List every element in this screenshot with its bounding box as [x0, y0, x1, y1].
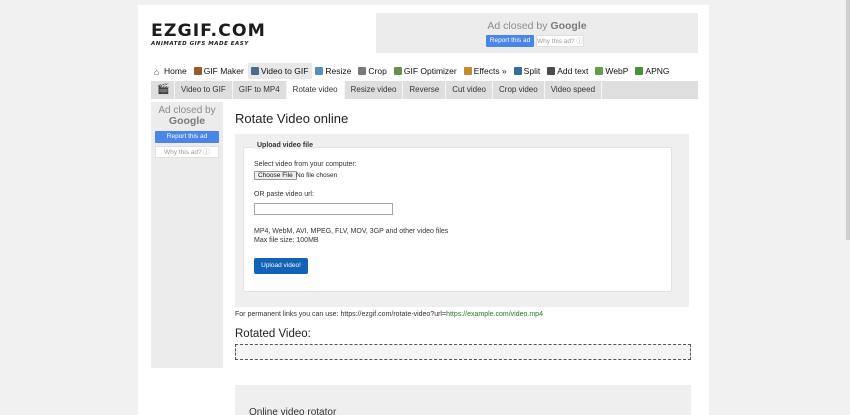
video-icon	[250, 67, 259, 75]
url-label: OR paste video url:	[254, 191, 314, 198]
select-file-label: Select video from your computer:	[254, 161, 357, 168]
subnav-item-resize-video[interactable]: Resize video	[345, 81, 404, 99]
sidebar-ad-closed-text: Ad closed by Google	[151, 105, 223, 127]
subnav-item-crop-video[interactable]: Crop video	[493, 81, 545, 99]
logo[interactable]: EZGIF.COM ANIMATED GIFS MADE EASY	[151, 21, 266, 48]
logo-tagline: ANIMATED GIFS MADE EASY	[151, 41, 249, 47]
apng-icon	[635, 67, 644, 75]
choose-file-button[interactable]: Choose File	[254, 171, 297, 180]
add-text-icon	[547, 67, 556, 75]
nav-item-resize[interactable]: Resize	[312, 63, 355, 79]
nav-item-label: Add text	[557, 66, 589, 76]
subnav-item-cut-video[interactable]: Cut video	[446, 81, 493, 99]
info-section: Online video rotator	[235, 385, 691, 415]
ad-closed-prefix: Ad closed by	[487, 20, 551, 32]
upload-form: Upload video file Select video from your…	[235, 134, 689, 307]
scrollbar[interactable]	[846, 0, 850, 240]
sidebar-ad: Ad closed by Google Report this ad Why t…	[151, 102, 223, 368]
info-heading: Online video rotator	[249, 407, 337, 415]
video-url-input[interactable]	[254, 203, 393, 215]
sidebar-ad-closed-brand: Google	[168, 115, 206, 127]
rotated-video-heading: Rotated Video:	[235, 328, 311, 340]
permanent-link-text: For permanent links you can use: https:/…	[235, 311, 543, 318]
nav-item-crop[interactable]: Crop	[355, 63, 390, 79]
nav-item-label: Effects »	[473, 66, 507, 76]
nav-item-webp[interactable]: WebP	[592, 63, 632, 79]
nav-item-video-to-gif[interactable]: Video to GIF	[247, 63, 313, 79]
formats-text: MP4, WebM, AVI, MPEG, FLV, MOV, 3GP and …	[254, 228, 449, 235]
resize-icon	[315, 67, 324, 75]
effects-icon	[463, 67, 472, 75]
ad-banner-top: Ad closed by Google Report this ad Why t…	[376, 13, 698, 53]
ad-closed-brand: Google	[550, 20, 587, 32]
nav-item-label: Home	[164, 66, 187, 76]
nav-item-gif-optimizer[interactable]: GIF Optimizer	[391, 63, 461, 79]
no-file-text: No file chosen	[296, 172, 338, 179]
gif-maker-icon	[193, 67, 202, 75]
nav-item-apng[interactable]: APNG	[632, 63, 673, 79]
nav-item-label: Video to GIF	[260, 66, 309, 76]
split-icon	[513, 67, 522, 75]
subnav-item-reverse[interactable]: Reverse	[403, 81, 447, 99]
page-title: Rotate Video online	[235, 111, 349, 126]
nav-item-label: GIF Optimizer	[403, 66, 457, 76]
max-size-text: Max file size: 100MB	[254, 237, 319, 244]
subnav-item-rotate-video[interactable]: Rotate video	[286, 81, 345, 99]
main-nav: Home GIF Maker Video to GIF Resize Crop …	[151, 62, 698, 80]
optimizer-icon	[393, 67, 402, 75]
logo-text: EZGIF.COM	[151, 21, 266, 41]
report-ad-button[interactable]: Report this ad	[486, 35, 534, 47]
sub-nav: 🎬 Video to GIF GIF to MP4 Rotate video R…	[151, 81, 698, 99]
sidebar-why-this-ad-button[interactable]: Why this ad? ⓘ	[155, 146, 219, 158]
nav-item-label: Split	[523, 66, 541, 76]
subnav-item-video-to-gif[interactable]: Video to GIF	[175, 81, 233, 99]
ad-closed-text: Ad closed by Google	[376, 20, 698, 32]
upload-video-button[interactable]: Upload video!	[254, 258, 308, 274]
nav-item-effects[interactable]: Effects »	[461, 63, 511, 79]
subnav-item-gif-to-mp4[interactable]: GIF to MP4	[233, 81, 287, 99]
page-container: EZGIF.COM ANIMATED GIFS MADE EASY Ad clo…	[138, 5, 709, 415]
nav-item-split[interactable]: Split	[511, 63, 545, 79]
upload-fieldset: Upload video file Select video from your…	[243, 142, 672, 292]
home-icon	[154, 67, 162, 75]
clapperboard-icon: 🎬	[151, 81, 175, 99]
permanent-link-prefix: For permanent links you can use: https:/…	[235, 311, 447, 318]
nav-item-label: GIF Maker	[203, 66, 244, 76]
nav-item-add-text[interactable]: Add text	[544, 63, 592, 79]
nav-item-label: Crop	[368, 66, 387, 76]
upload-legend: Upload video file	[254, 142, 317, 149]
sidebar-report-ad-button[interactable]: Report this ad	[155, 131, 219, 143]
rotated-video-output	[235, 344, 691, 360]
nav-item-gif-maker[interactable]: GIF Maker	[191, 63, 248, 79]
webp-icon	[595, 67, 604, 75]
nav-item-label: WebP	[605, 66, 629, 76]
why-this-ad-button[interactable]: Why this ad? ⓘ	[536, 35, 584, 47]
nav-item-label: Resize	[325, 66, 352, 76]
crop-icon	[358, 67, 367, 75]
nav-item-label: APNG	[645, 66, 670, 76]
subnav-item-video-speed[interactable]: Video speed	[545, 81, 603, 99]
nav-item-home[interactable]: Home	[151, 63, 191, 79]
permanent-link-example[interactable]: https://example.com/video.mp4	[446, 311, 543, 318]
